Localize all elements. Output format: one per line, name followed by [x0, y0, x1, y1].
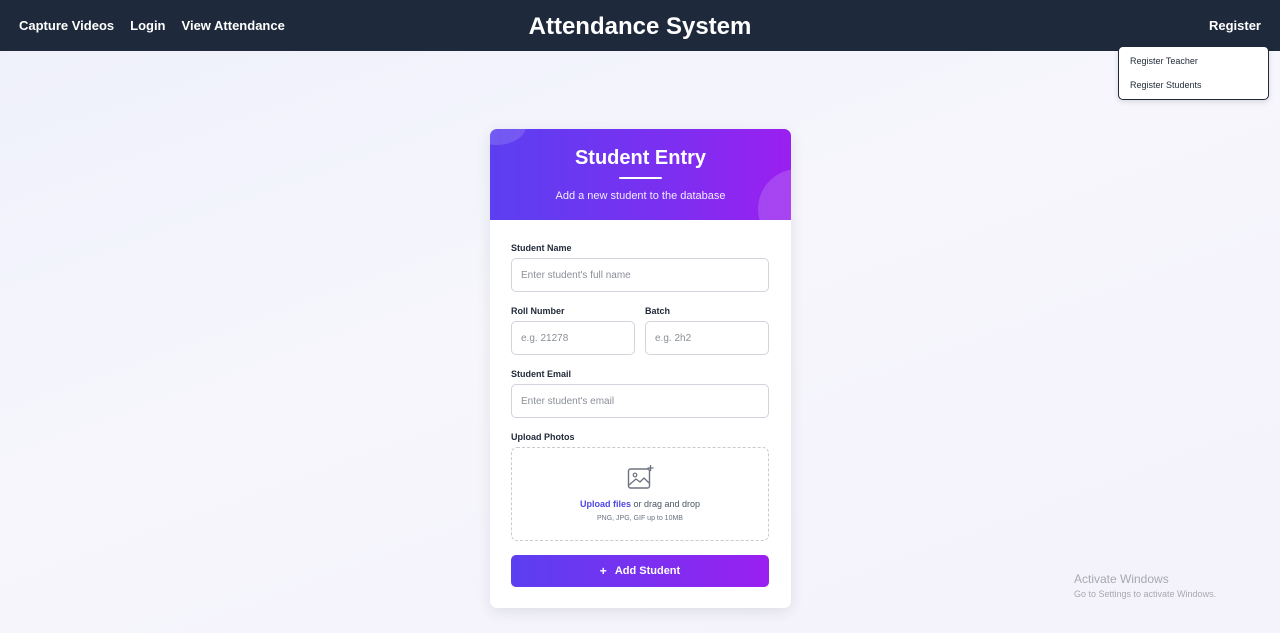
form-title: Student Entry [574, 147, 707, 169]
nav-right: Register [1209, 0, 1261, 51]
roll-number-label: Roll Number [511, 306, 565, 316]
roll-number-input[interactable] [511, 321, 635, 355]
student-entry-card: Student Entry Add a new student to the d… [490, 129, 791, 608]
photo-dropzone[interactable]: Upload files or drag and drop PNG, JPG, … [511, 447, 769, 541]
navbar: Capture Videos Login View Attendance Att… [0, 0, 1280, 51]
add-student-label: Add Student [614, 565, 681, 577]
student-email-label: Student Email [511, 369, 572, 379]
upload-file-types-hint: PNG, JPG, GIF up to 10MB [597, 515, 683, 522]
image-upload-icon [627, 465, 654, 489]
plus-icon: + [599, 564, 607, 578]
upload-instructions-text: or drag and drop [630, 499, 701, 509]
form-subtitle: Add a new student to the database [555, 190, 726, 202]
card-header: Student Entry Add a new student to the d… [490, 129, 791, 220]
student-name-input[interactable] [511, 258, 769, 292]
menu-item-register-teacher[interactable]: Register Teacher [1130, 56, 1198, 66]
nav-link-login[interactable]: Login [130, 18, 165, 33]
watermark-subtitle: Go to Settings to activate Windows. [1074, 589, 1217, 599]
student-name-label: Student Name [511, 243, 572, 253]
decorative-circle [490, 129, 526, 145]
nav-link-view-attendance[interactable]: View Attendance [182, 18, 285, 33]
title-underline [619, 177, 662, 179]
batch-input[interactable] [645, 321, 769, 355]
batch-label: Batch [645, 306, 671, 316]
nav-links: Capture Videos Login View Attendance [19, 0, 285, 51]
register-menu-button[interactable]: Register [1209, 18, 1261, 33]
upload-files-link[interactable]: Upload files [580, 499, 631, 509]
upload-photos-label: Upload Photos [511, 432, 575, 442]
windows-activation-watermark: Activate Windows Go to Settings to activ… [1074, 572, 1216, 599]
menu-item-register-students[interactable]: Register Students [1130, 80, 1202, 90]
watermark-title: Activate Windows [1074, 572, 1169, 586]
register-dropdown-menu: Register Teacher Register Students [1118, 46, 1269, 100]
upload-instructions: Upload files or drag and drop [512, 499, 768, 509]
student-email-input[interactable] [511, 384, 769, 418]
nav-link-capture-videos[interactable]: Capture Videos [19, 18, 114, 33]
add-student-button[interactable]: + Add Student [511, 555, 769, 587]
